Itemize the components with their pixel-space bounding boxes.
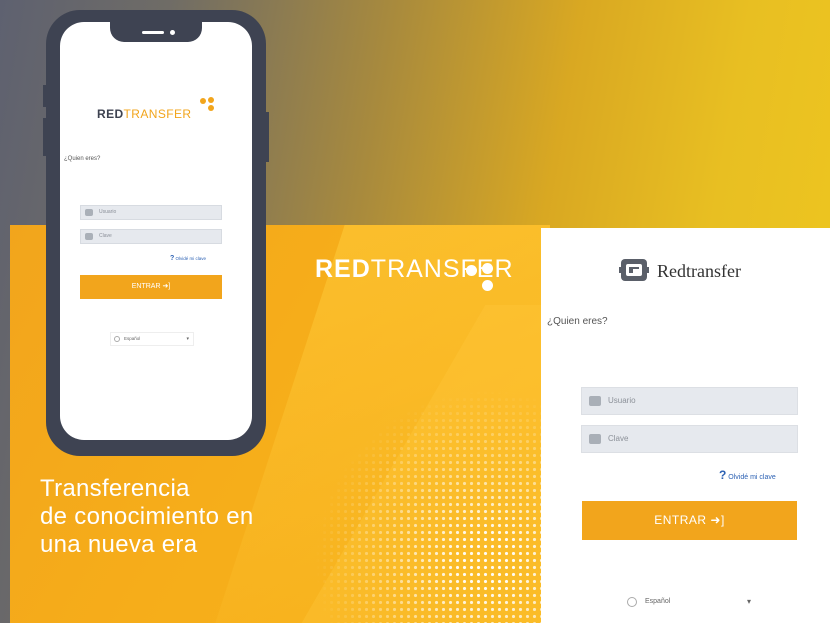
language-select[interactable]: Español ▾	[623, 592, 755, 612]
phone-brand-logo: REDTRANSFER	[97, 107, 192, 121]
halftone-dots	[300, 375, 550, 623]
phone-username-input[interactable]: Usuario	[80, 205, 222, 220]
submit-button[interactable]: ENTRAR ➜]	[582, 501, 797, 540]
card-title: Redtransfer	[657, 261, 741, 281]
tagline: Transferencia de conocimiento en una nue…	[40, 475, 254, 559]
user-icon	[589, 396, 601, 406]
card-question-label: ¿Quien eres?	[547, 316, 608, 327]
tagline-line-1: Transferencia	[40, 475, 190, 502]
phone-side-button	[43, 118, 47, 156]
lock-icon	[589, 434, 601, 444]
help-icon: ?	[719, 468, 727, 482]
phone-language-select[interactable]: Español ▾	[110, 332, 194, 346]
phone-notch	[110, 22, 202, 42]
phone-side-button	[43, 85, 47, 107]
brand-dots-icon	[466, 263, 506, 303]
phone-side-button	[265, 112, 269, 162]
phone-brand-dots-icon	[200, 97, 218, 115]
phone-submit-button[interactable]: ENTRAR ➜]	[80, 275, 222, 299]
phone-mockup: REDTRANSFER ¿Quien eres? Usuario Clave ?…	[43, 10, 269, 456]
username-input[interactable]: Usuario	[581, 387, 798, 415]
globe-icon	[114, 336, 120, 342]
brand-bold-text: RED	[315, 255, 371, 283]
chevron-down-icon: ▾	[746, 597, 751, 606]
tagline-line-3: una nueva era	[40, 531, 198, 558]
forgot-password-link[interactable]: ? Olvidé mi clave	[719, 468, 776, 482]
phone-question-label: ¿Quien eres?	[64, 156, 101, 162]
user-icon	[85, 209, 93, 216]
help-icon: ?	[170, 255, 175, 262]
tagline-line-2: de conocimiento en	[40, 503, 254, 530]
globe-icon	[627, 597, 637, 607]
phone-forgot-password-link[interactable]: ? Olvidé mi clave	[170, 255, 206, 262]
phone-password-input[interactable]: Clave	[80, 229, 222, 244]
phone-screen: REDTRANSFER ¿Quien eres? Usuario Clave ?…	[60, 22, 252, 440]
chevron-down-icon: ▾	[186, 336, 189, 342]
login-card: Redtransfer ¿Quien eres? Usuario Clave ?…	[541, 228, 830, 623]
redtransfer-logo-icon	[619, 259, 649, 281]
password-input[interactable]: Clave	[581, 425, 798, 453]
lock-icon	[85, 233, 93, 240]
